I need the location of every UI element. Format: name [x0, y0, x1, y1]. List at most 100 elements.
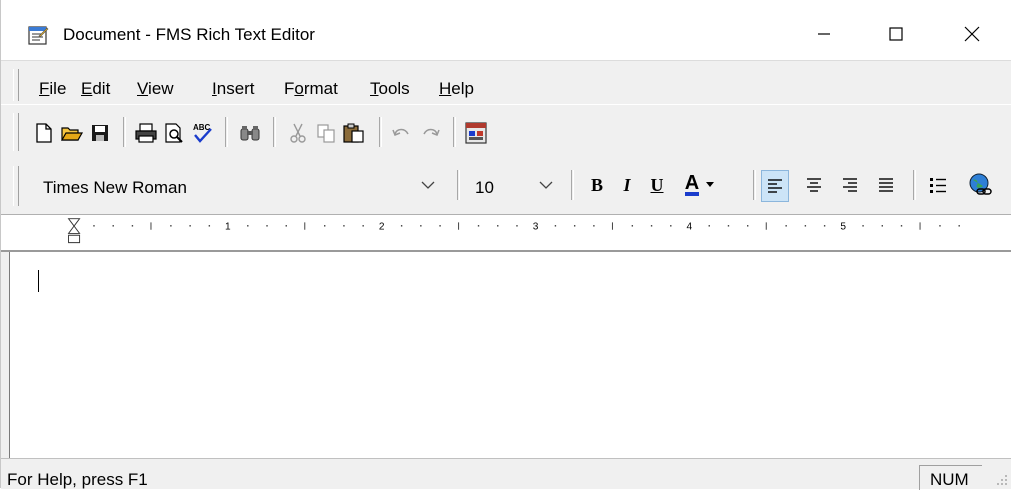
toolbar-separator	[753, 170, 756, 200]
save-button[interactable]	[87, 120, 113, 146]
menubar-grip[interactable]	[13, 69, 19, 101]
menu-view[interactable]: View	[137, 79, 174, 99]
toolbar-grip[interactable]	[13, 113, 19, 151]
ruler-dot	[958, 225, 960, 227]
menu-file[interactable]: File	[39, 79, 66, 99]
redo-button[interactable]	[417, 120, 443, 146]
ruler-dot	[324, 225, 326, 227]
font-color-button[interactable]: A	[675, 170, 725, 200]
chevron-down-icon	[539, 181, 553, 189]
copy-button[interactable]	[313, 120, 339, 146]
ruler-dot	[785, 225, 787, 227]
ruler-dot	[631, 225, 634, 227]
paste-button[interactable]	[341, 120, 367, 146]
ruler[interactable]: 1 2 3 4 5	[1, 214, 1011, 252]
maximize-icon	[889, 27, 903, 41]
font-size-value: 10	[475, 178, 494, 197]
font-size-dropdown[interactable]: 10	[475, 166, 559, 206]
align-left-button[interactable]	[761, 170, 789, 202]
spell-check-button[interactable]: ABC	[189, 120, 215, 146]
insert-hyperlink-button[interactable]	[965, 170, 995, 200]
num-lock-indicator: NUM	[919, 465, 982, 490]
ruler-dot	[477, 225, 480, 227]
indent-marker-icon[interactable]	[67, 218, 81, 244]
standard-toolbar: ABC	[1, 104, 1011, 158]
minimize-icon	[818, 33, 830, 35]
font-name-dropdown[interactable]: Times New Roman	[43, 166, 443, 206]
notepad-app-icon	[28, 26, 49, 45]
ruler-dot	[804, 225, 807, 227]
bullet-list-icon	[930, 178, 946, 193]
bullets-button[interactable]	[925, 170, 951, 200]
justify-button[interactable]	[873, 170, 899, 200]
align-center-button[interactable]	[801, 170, 827, 200]
menu-tools[interactable]: Tools	[370, 79, 410, 99]
ruler-dot	[554, 225, 557, 227]
ruler-dot	[189, 225, 191, 227]
toolbar-separator	[273, 117, 276, 147]
ruler-dot	[593, 225, 595, 227]
open-folder-icon	[60, 127, 84, 141]
cut-scissors-icon	[290, 123, 306, 143]
menu-edit[interactable]: Edit	[81, 79, 110, 99]
maximize-button[interactable]	[873, 14, 919, 54]
dropdown-arrow-icon	[706, 182, 715, 187]
underline-button[interactable]: U	[645, 170, 669, 200]
ruler-dot	[573, 225, 576, 227]
ruler-dot	[747, 225, 749, 227]
status-bar: For Help, press F1 NUM	[1, 458, 1011, 490]
minimize-button[interactable]	[801, 14, 847, 54]
ruler-dot	[650, 225, 653, 227]
ruler-dot	[112, 225, 114, 227]
font-color-letter: A	[684, 172, 700, 196]
close-button[interactable]	[949, 14, 995, 54]
find-button[interactable]	[237, 120, 263, 146]
toolbar-separator	[379, 117, 382, 147]
spell-check-icon: ABC	[193, 123, 212, 143]
toolbar-separator	[571, 170, 574, 200]
formatbar-grip[interactable]	[13, 166, 19, 206]
resize-grip-icon[interactable]	[993, 471, 1009, 487]
menu-bar: File Edit View Insert Format Tools Help	[1, 60, 1011, 105]
ruler-dot	[497, 225, 499, 227]
paste-icon	[343, 123, 364, 143]
toolbar-separator	[453, 117, 456, 147]
ruler-dot	[362, 225, 364, 227]
justify-icon	[879, 178, 893, 192]
menu-help[interactable]: Help	[439, 79, 474, 99]
ruler-dot	[439, 225, 441, 227]
align-right-button[interactable]	[837, 170, 863, 200]
undo-button[interactable]	[389, 120, 415, 146]
ruler-dot	[727, 225, 730, 227]
ruler-dot	[823, 225, 826, 227]
ruler-dot	[343, 225, 345, 227]
redo-icon	[423, 128, 440, 136]
globe-link-icon	[969, 173, 992, 195]
ruler-dot	[131, 225, 134, 227]
insert-date-time-icon	[465, 122, 487, 144]
document-editor[interactable]	[9, 252, 1011, 458]
align-left-icon	[768, 179, 782, 193]
bold-button[interactable]: B	[585, 170, 609, 200]
print-button[interactable]	[133, 120, 159, 146]
toolbar-separator	[913, 170, 916, 200]
chevron-down-icon	[421, 181, 435, 189]
print-preview-button[interactable]	[161, 120, 187, 146]
format-toolbar: Times New Roman 10 B I U A	[1, 156, 1011, 215]
open-button[interactable]	[59, 120, 85, 146]
text-caret	[38, 270, 39, 292]
title-bar[interactable]: Document - FMS Rich Text Editor	[1, 0, 1011, 60]
new-document-icon	[36, 123, 52, 143]
ruler-dot	[939, 225, 941, 227]
ruler-dot	[170, 225, 172, 227]
new-document-button[interactable]	[31, 120, 57, 146]
italic-button[interactable]: I	[615, 170, 639, 200]
ruler-number: 2	[379, 222, 385, 233]
menu-insert[interactable]: Insert	[212, 79, 255, 99]
ruler-dot	[708, 225, 710, 227]
menu-format[interactable]: Format	[284, 79, 338, 99]
cut-button[interactable]	[285, 120, 311, 146]
insert-date-time-button[interactable]	[463, 120, 489, 146]
ruler-dot	[900, 225, 903, 227]
toolbar-separator	[123, 117, 126, 147]
